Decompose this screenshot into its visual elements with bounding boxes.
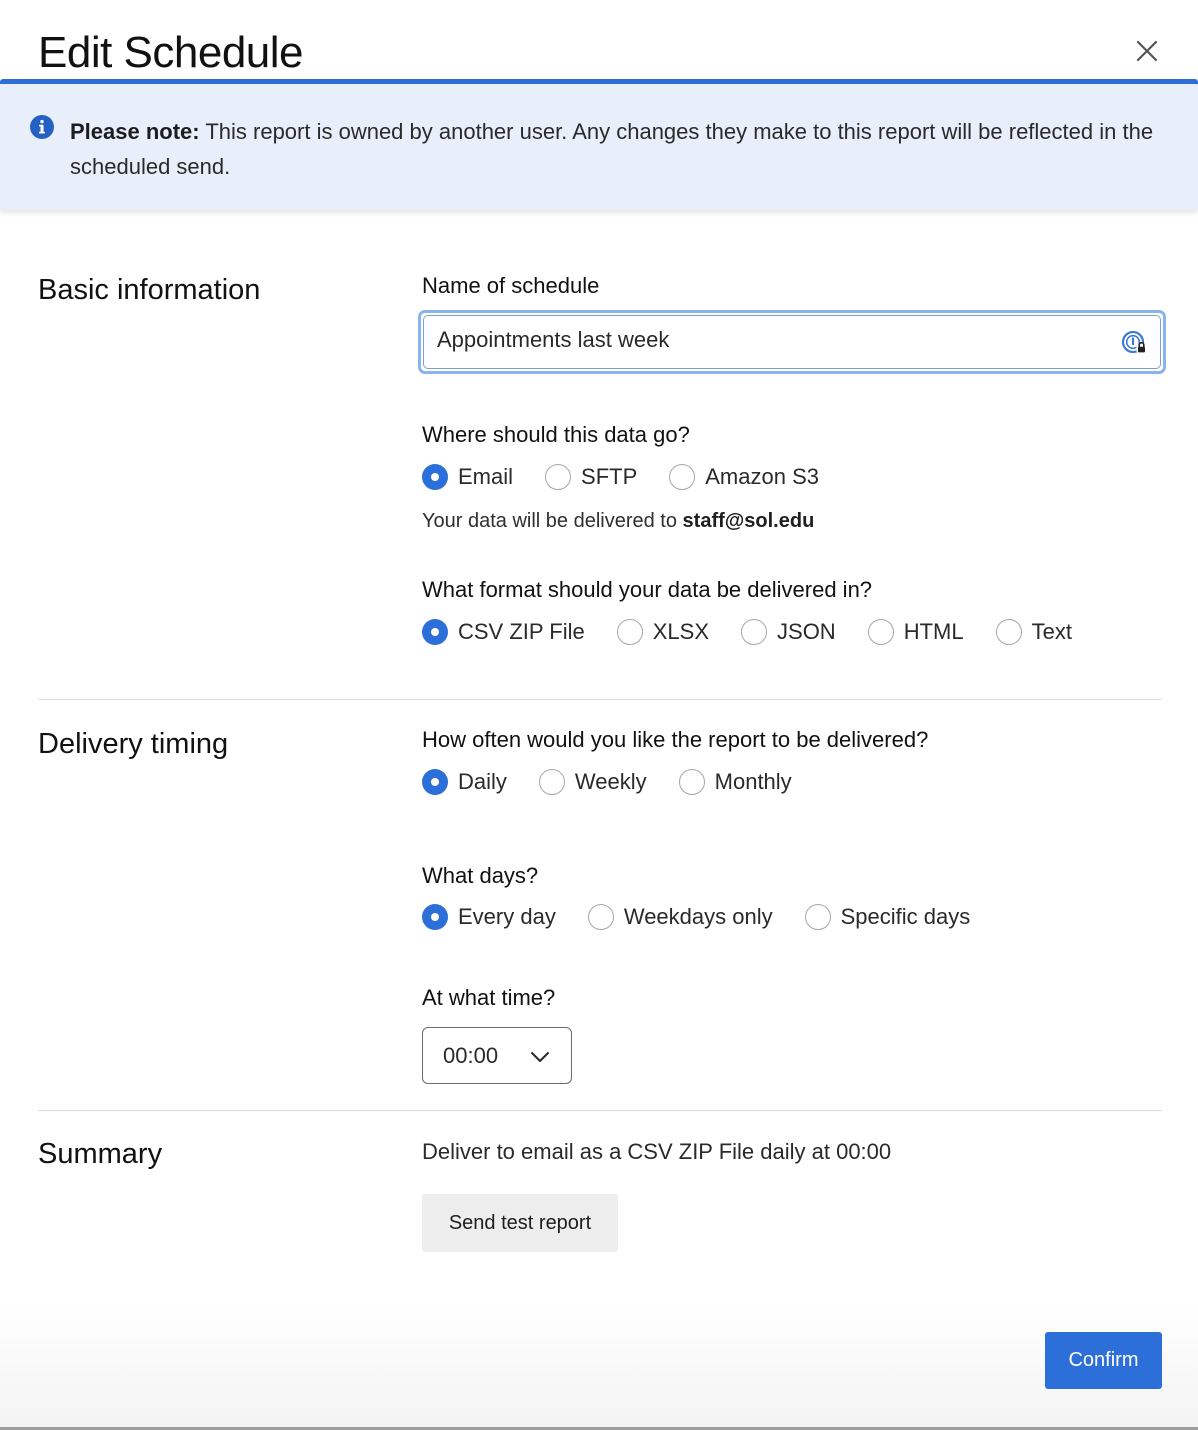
radio-json[interactable]: JSON [741, 619, 836, 645]
radio-sftp[interactable]: SFTP [545, 464, 637, 490]
info-icon [30, 115, 54, 139]
radio-xlsx[interactable]: XLSX [616, 619, 710, 645]
radio-label: HTML [903, 619, 964, 644]
frequency-label: How often would you like the report to b… [422, 727, 929, 752]
notice-message: This report is owned by another user. An… [70, 119, 1154, 179]
password-manager-icon[interactable] [1121, 329, 1149, 357]
format-radio-group: CSV ZIP File XLSX JSON HTML Text [422, 617, 1072, 647]
radio-label: Monthly [714, 769, 792, 794]
dialog-title: Edit Schedule [38, 28, 304, 77]
confirm-button[interactable]: Confirm [1045, 1332, 1162, 1389]
radio-label: JSON [777, 619, 836, 644]
radio-label: Daily [458, 769, 507, 794]
radio-label: Weekdays only [623, 904, 773, 929]
radio-label: Amazon S3 [705, 464, 819, 489]
radio-indicator [995, 619, 1022, 645]
delivery-note: Your data will be delivered to staff@sol… [422, 510, 814, 533]
radio-label: CSV ZIP File [458, 619, 585, 644]
notice-prefix: Please note: [70, 119, 200, 144]
time-label: At what time? [422, 985, 556, 1010]
radio-html[interactable]: HTML [867, 619, 964, 645]
radio-indicator [587, 904, 614, 930]
radio-every-day[interactable]: Every day [422, 904, 556, 930]
radio-text[interactable]: Text [995, 619, 1072, 645]
summary-text: Deliver to email as a CSV ZIP File daily… [422, 1139, 892, 1164]
radio-indicator [422, 769, 448, 795]
radio-label: SFTP [581, 464, 638, 489]
destination-radio-group: Email SFTP Amazon S3 [422, 462, 819, 492]
radio-label: Weekly [574, 769, 647, 794]
notice-text: Please note: This report is owned by ano… [70, 114, 1180, 184]
days-label: What days? [422, 863, 539, 888]
radio-label: Specific days [840, 904, 971, 929]
radio-weekdays-only[interactable]: Weekdays only [587, 904, 773, 930]
radio-label: Email [458, 464, 514, 489]
radio-indicator [616, 619, 643, 645]
time-select-value: 00:00 [443, 1042, 499, 1068]
edit-schedule-dialog: Edit Schedule Please note: This report i… [0, 0, 1198, 1430]
chevron-down-icon [531, 1052, 549, 1062]
radio-indicator [678, 769, 705, 795]
ownership-notice: Please note: This report is owned by ano… [0, 84, 1198, 210]
radio-weekly[interactable]: Weekly [538, 769, 647, 795]
radio-label: Every day [458, 904, 556, 929]
close-icon [1136, 40, 1158, 62]
schedule-name-field[interactable] [418, 310, 1166, 374]
radio-email[interactable]: Email [422, 464, 513, 490]
radio-label: XLSX [652, 619, 710, 644]
radio-indicator [741, 619, 768, 645]
radio-indicator [867, 619, 894, 645]
radio-daily[interactable]: Daily [422, 769, 507, 795]
radio-indicator [538, 769, 565, 795]
section-title-basic-information: Basic information [38, 274, 261, 306]
radio-indicator [422, 904, 448, 930]
close-button[interactable] [1130, 34, 1164, 68]
days-radio-group: Every day Weekdays only Specific days [422, 902, 970, 932]
footer-shade [0, 1300, 1198, 1430]
radio-indicator [422, 619, 448, 645]
radio-monthly[interactable]: Monthly [678, 769, 792, 795]
radio-indicator [422, 464, 448, 490]
radio-label: Text [1031, 619, 1072, 644]
schedule-name-input[interactable] [437, 327, 1097, 353]
radio-amazon-s3[interactable]: Amazon S3 [669, 464, 819, 490]
section-divider [38, 1110, 1162, 1111]
dialog-header: Edit Schedule [0, 0, 1198, 84]
delivery-note-prefix: Your data will be delivered to [422, 510, 683, 532]
section-divider [38, 699, 1162, 700]
frequency-radio-group: Daily Weekly Monthly [422, 767, 792, 797]
section-title-summary: Summary [38, 1138, 163, 1170]
schedule-name-label: Name of schedule [422, 273, 600, 298]
radio-indicator [545, 464, 572, 490]
time-select[interactable]: 00:00 [422, 1027, 572, 1084]
destination-label: Where should this data go? [422, 422, 690, 447]
section-title-delivery-timing: Delivery timing [38, 728, 229, 760]
format-label: What format should your data be delivere… [422, 577, 873, 602]
radio-specific-days[interactable]: Specific days [804, 904, 971, 930]
radio-indicator [804, 904, 831, 930]
send-test-report-button[interactable]: Send test report [422, 1194, 618, 1252]
radio-csv-zip-file[interactable]: CSV ZIP File [422, 619, 585, 645]
radio-indicator [669, 464, 696, 490]
delivery-email: staff@sol.edu [682, 510, 815, 532]
